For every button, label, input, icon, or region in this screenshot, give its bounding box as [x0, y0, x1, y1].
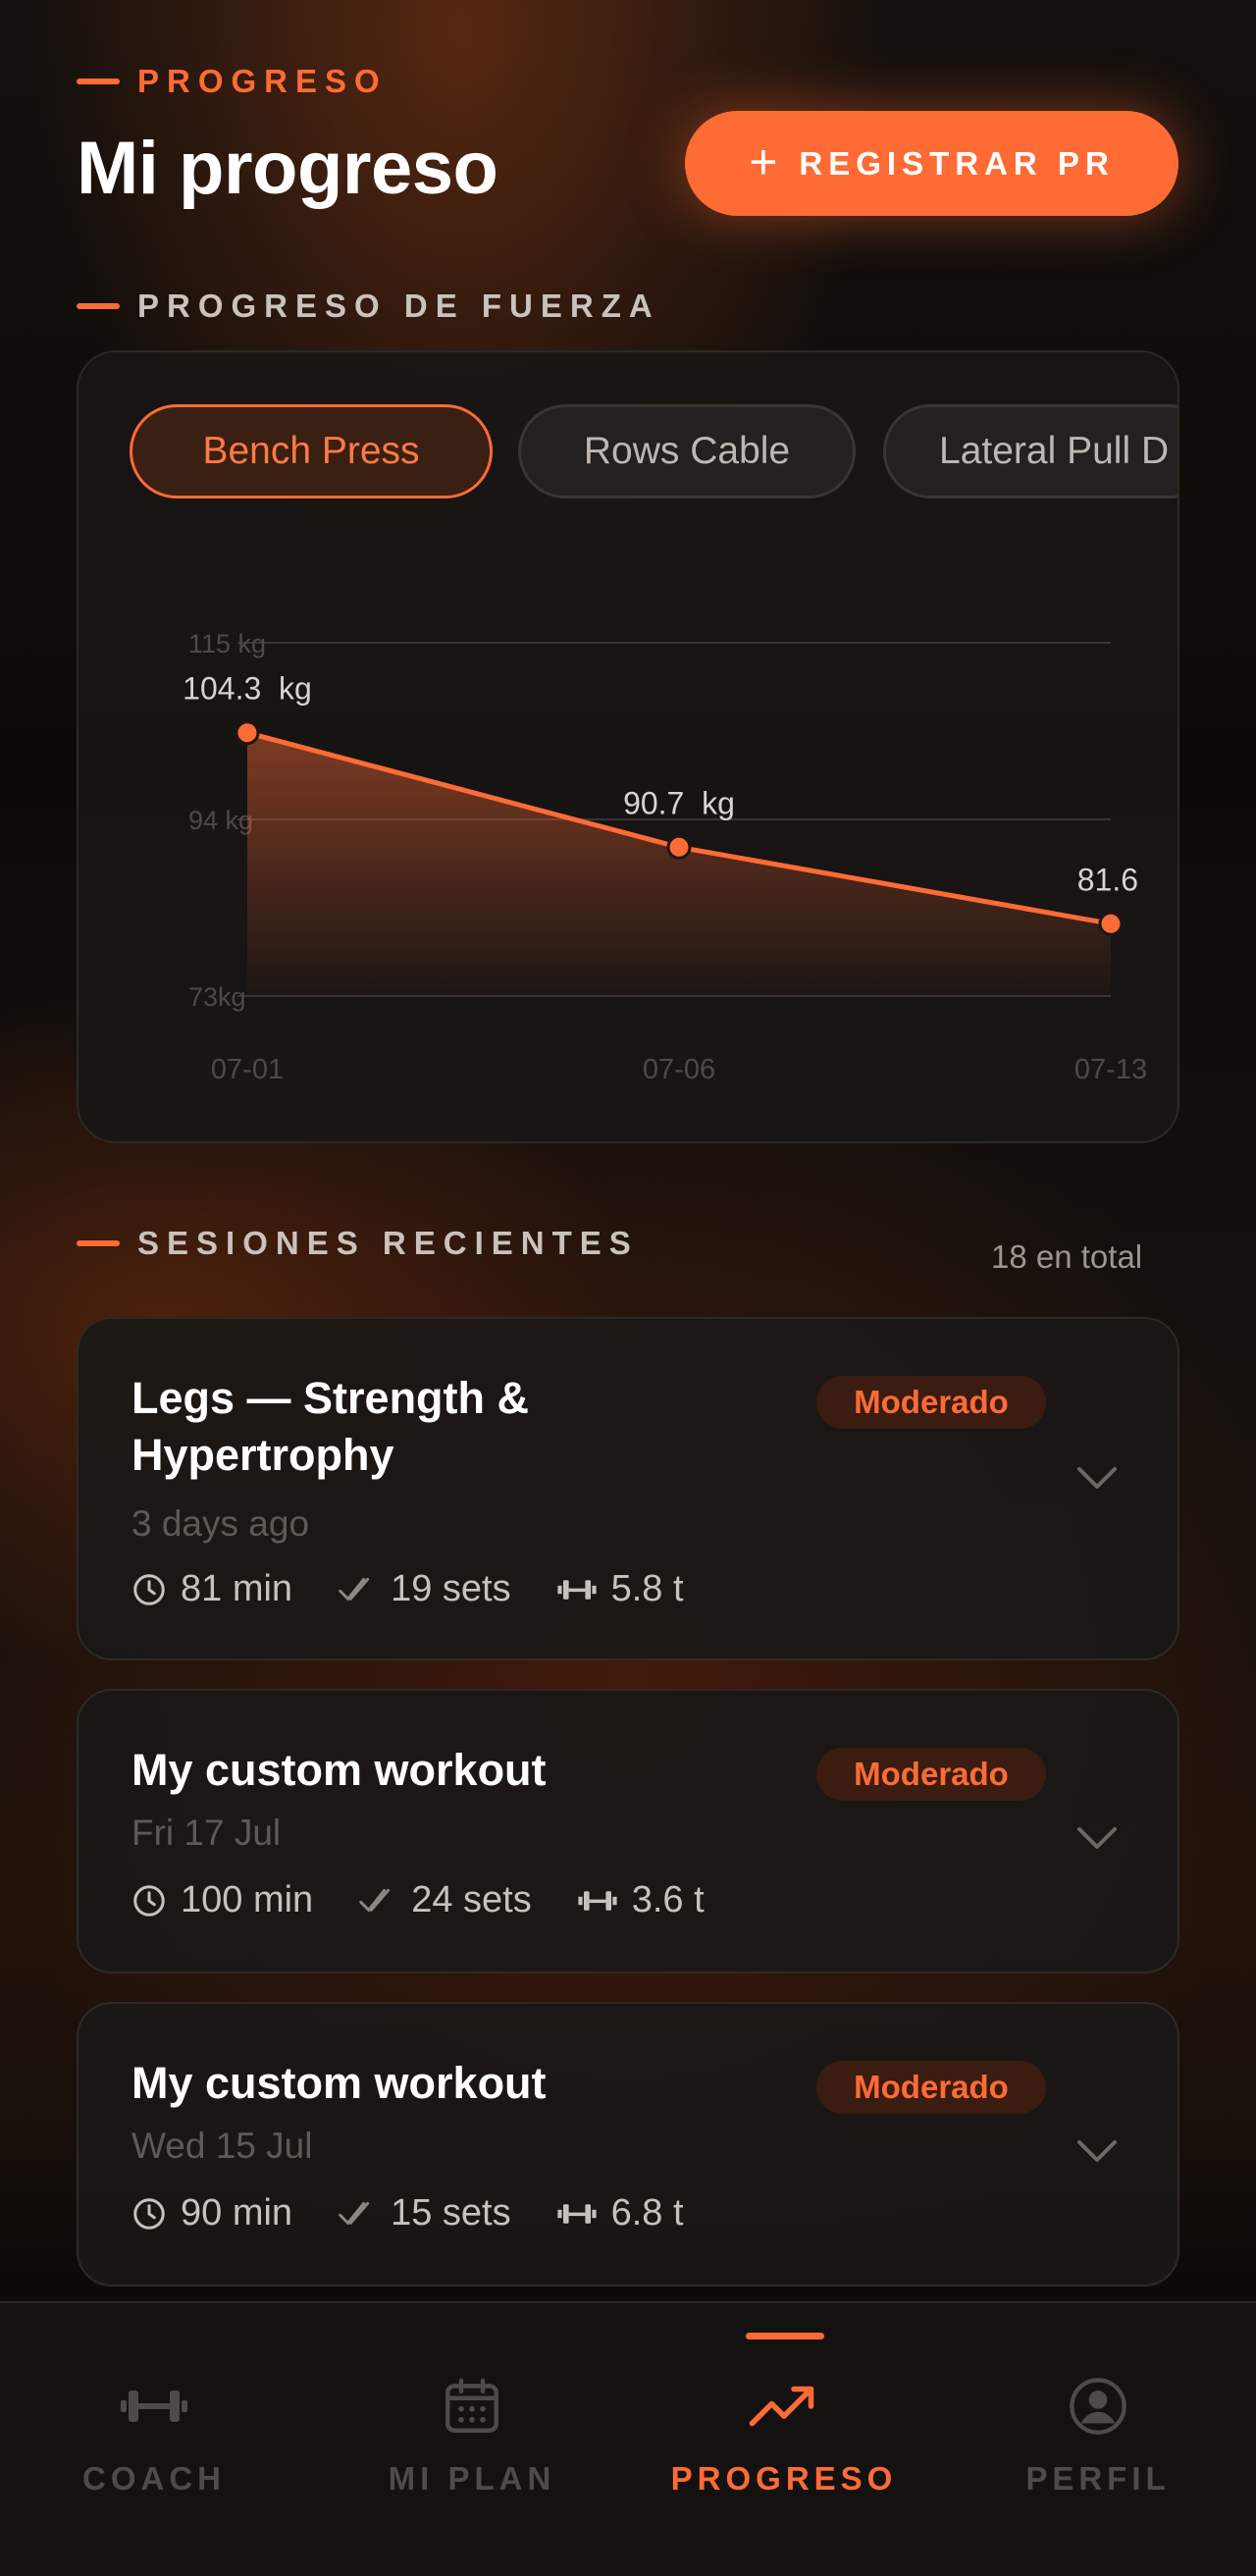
sets-value: 19 sets [391, 1568, 511, 1609]
double-check-icon [339, 2201, 370, 2226]
section-dash [77, 303, 120, 309]
session-date: Fri 17 Jul [131, 1813, 282, 1853]
double-check-icon [339, 1577, 370, 1602]
chevron-down-icon [1077, 1467, 1117, 1489]
calendar-icon [445, 2378, 498, 2433]
session-stats: 81 min 19 sets 5.8 t [131, 1568, 684, 1610]
active-tab-indicator [746, 2333, 824, 2339]
session-title: My custom workout [131, 2058, 547, 2108]
y-tick-label: 73kg [188, 982, 246, 1012]
volume-value: 5.8 t [610, 1568, 684, 1609]
sets-stat: 19 sets [338, 1568, 511, 1610]
register-pr-label: REGISTRAR PR [799, 144, 1115, 182]
strength-section-header: PROGRESO DE FUERZA [77, 288, 660, 325]
session-stats: 100 min 24 sets 3.6 t [131, 1879, 705, 1921]
page-eyebrow: PROGRESO [77, 63, 388, 100]
clock-icon [133, 1573, 165, 1605]
data-point [235, 720, 260, 746]
expand-button[interactable] [1075, 2137, 1119, 2170]
nav-label: COACH [82, 2460, 226, 2497]
y-tick-label: 94 kg [188, 806, 253, 835]
duration-stat: 100 min [131, 1879, 313, 1921]
nav-item-perfil[interactable]: PERFIL [961, 2372, 1235, 2497]
page-title: Mi progreso [77, 127, 498, 210]
sets-value: 24 sets [411, 1879, 532, 1920]
expand-button[interactable] [1075, 1464, 1119, 1497]
trending-up-icon [749, 2386, 814, 2427]
dumbbell-icon [556, 2203, 597, 2224]
session-stats: 90 min 15 sets 6.8 t [131, 2192, 684, 2234]
y-tick-label: 115 kg [188, 629, 266, 658]
duration-value: 81 min [181, 1568, 293, 1609]
duration-stat: 81 min [131, 1568, 292, 1610]
double-check-icon [359, 1888, 391, 1913]
section-dash [77, 1240, 120, 1246]
nav-item-mi-plan[interactable]: MI PLAN [335, 2372, 609, 2497]
sets-stat: 24 sets [358, 1879, 532, 1921]
chevron-down-icon [1077, 1827, 1117, 1849]
chevron-down-icon [1077, 2140, 1117, 2162]
sessions-section-header: SESIONES RECIENTES [77, 1225, 639, 1262]
nav-item-coach[interactable]: COACH [17, 2372, 291, 2497]
nav-label: MI PLAN [388, 2460, 556, 2497]
x-tick-label: 07-13 [1074, 1054, 1147, 1085]
bottom-nav: COACH MI PLAN PROGRESO PERFIL [0, 2301, 1256, 2576]
session-card[interactable]: My custom workout Moderado Wed 15 Jul 90… [77, 2002, 1179, 2287]
strength-chart-card: Bench Press Rows Cable Lateral Pull D 11… [77, 350, 1179, 1143]
data-label: 81.6 [1077, 862, 1138, 897]
sessions-section-label: SESIONES RECIENTES [137, 1225, 639, 1261]
dumbbell-icon [556, 1579, 597, 1600]
session-title: Legs — Strength & Hypertrophy [131, 1373, 530, 1480]
nav-label: PERFIL [1025, 2460, 1171, 2497]
sets-value: 15 sets [391, 2192, 511, 2234]
data-point [666, 834, 692, 860]
x-tick-label: 07-06 [643, 1054, 715, 1085]
intensity-badge: Moderado [816, 1376, 1046, 1429]
expand-button[interactable] [1075, 1824, 1119, 1857]
data-label: 90.7 kg [623, 785, 735, 820]
data-label: 104.3 kg [183, 671, 312, 707]
sessions-count: 18 en total [991, 1238, 1143, 1275]
volume-value: 3.6 t [631, 1879, 705, 1920]
eyebrow-label: PROGRESO [137, 63, 388, 99]
nav-label: PROGRESO [670, 2460, 898, 2497]
dumbbell-icon [578, 1890, 617, 1911]
dumbbell-icon [121, 2391, 187, 2422]
nav-item-progreso[interactable]: PROGRESO [647, 2372, 921, 2497]
intensity-badge: Moderado [816, 1748, 1046, 1801]
session-title: My custom workout [131, 1745, 547, 1795]
sets-stat: 15 sets [338, 2192, 511, 2234]
volume-stat: 5.8 t [556, 1568, 684, 1610]
session-date: 3 days ago [131, 1503, 310, 1544]
clock-icon [133, 2197, 165, 2230]
x-tick-label: 07-01 [211, 1054, 284, 1085]
eyebrow-dash [77, 79, 120, 84]
duration-value: 90 min [181, 2192, 293, 2234]
user-icon [1070, 2378, 1126, 2435]
area-fill [247, 732, 1111, 996]
duration-value: 100 min [181, 1879, 314, 1920]
strength-section-label: PROGRESO DE FUERZA [137, 288, 660, 324]
register-pr-button[interactable]: + REGISTRAR PR [685, 111, 1178, 216]
volume-value: 6.8 t [610, 2192, 684, 2234]
session-card[interactable]: Legs — Strength & Hypertrophy Moderado 3… [77, 1317, 1179, 1660]
strength-chart: 115 kg 94 kg 73kg 104.3 kg 90.7 kg 81.6 07-01 0… [183, 629, 1147, 1085]
plus-icon: + [749, 133, 778, 189]
data-point [1098, 911, 1124, 936]
intensity-badge: Moderado [816, 2061, 1046, 2114]
volume-stat: 3.6 t [577, 1879, 705, 1921]
session-card[interactable]: My custom workout Moderado Fri 17 Jul 10… [77, 1689, 1179, 1973]
clock-icon [133, 1884, 165, 1917]
duration-stat: 90 min [131, 2192, 292, 2234]
session-date: Wed 15 Jul [131, 2126, 313, 2166]
volume-stat: 6.8 t [556, 2192, 684, 2234]
